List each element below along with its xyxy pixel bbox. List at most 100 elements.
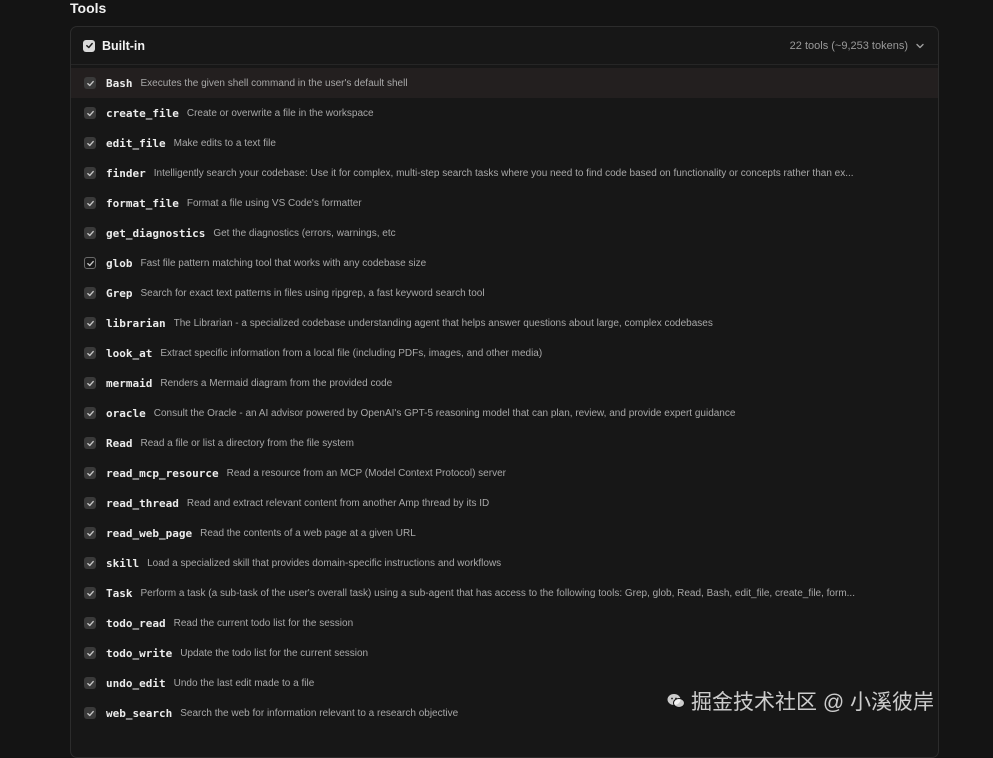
tool-checkbox[interactable] (84, 227, 96, 239)
checkmark-icon (86, 290, 94, 296)
tool-description: Load a specialized skill that provides d… (147, 557, 502, 569)
tool-name: Grep (106, 286, 133, 300)
tool-description: Read the contents of a web page at a giv… (200, 527, 416, 539)
tool-description: Make edits to a text file (173, 137, 276, 149)
tool-description: Perform a task (a sub-task of the user's… (140, 587, 856, 599)
tool-row-todo-write[interactable]: todo_write Update the todo list for the c… (71, 638, 938, 668)
checkmark-icon (86, 500, 94, 506)
tool-row-finder[interactable]: finder Intelligently search your codebase… (71, 158, 938, 188)
tool-checkbox[interactable] (84, 557, 96, 569)
tool-checkbox[interactable] (84, 167, 96, 179)
tool-checkbox[interactable] (84, 287, 96, 299)
tool-checkbox[interactable] (84, 197, 96, 209)
tool-row-read[interactable]: Read Read a file or list a directory from… (71, 428, 938, 458)
tool-description: Get the diagnostics (errors, warnings, e… (213, 227, 396, 239)
checkmark-icon (86, 350, 94, 356)
tool-name: edit_file (106, 136, 166, 150)
tool-checkbox[interactable] (84, 107, 96, 119)
tool-name: look_at (106, 346, 153, 360)
tool-checkbox[interactable] (84, 707, 96, 719)
tool-name: read_web_page (106, 526, 193, 540)
tool-name: librarian (106, 316, 166, 330)
tool-row-librarian[interactable]: librarian The Librarian - a specialized c… (71, 308, 938, 338)
tool-checkbox[interactable] (84, 137, 96, 149)
tool-row-look-at[interactable]: look_at Extract specific information from… (71, 338, 938, 368)
tool-checkbox[interactable] (84, 497, 96, 509)
tool-name: read_mcp_resource (106, 466, 219, 480)
tool-name: Task (106, 586, 133, 600)
tool-name: todo_write (106, 646, 173, 660)
checkmark-icon (86, 170, 94, 176)
tool-description: Format a file using VS Code's formatter (186, 197, 362, 209)
tool-checkbox[interactable] (84, 617, 96, 629)
tool-row-task[interactable]: Task Perform a task (a sub-task of the us… (71, 578, 938, 608)
tool-description: Read the current todo list for the sessi… (173, 617, 354, 629)
tool-checkbox[interactable] (84, 257, 96, 269)
checkmark-icon (86, 470, 94, 476)
checkmark-icon (86, 530, 94, 536)
tool-row-get-diagnostics[interactable]: get_diagnostics Get the diagnostics (erro… (71, 218, 938, 248)
tool-description: Extract specific information from a loca… (160, 347, 543, 359)
tool-checkbox[interactable] (84, 77, 96, 89)
tool-checkbox[interactable] (84, 587, 96, 599)
tool-checkbox[interactable] (84, 347, 96, 359)
checkmark-icon (86, 440, 94, 446)
wechat-icon (667, 694, 685, 708)
tool-description: Search for exact text patterns in files … (140, 287, 485, 299)
tool-description: Intelligently search your codebase: Use … (153, 167, 854, 179)
tool-row-create-file[interactable]: create_file Create or overwrite a file in… (71, 98, 938, 128)
tool-checkbox[interactable] (84, 467, 96, 479)
tool-row-edit-file[interactable]: edit_file Make edits to a text file (71, 128, 938, 158)
tool-row-skill[interactable]: skill Load a specialized skill that provi… (71, 548, 938, 578)
panel-header[interactable]: Built-in 22 tools (~9,253 tokens) (71, 27, 938, 65)
builtin-checkbox[interactable] (83, 39, 95, 52)
tool-row-bash[interactable]: Bash Executes the given shell command in … (71, 68, 938, 98)
tool-row-read-web-page[interactable]: read_web_page Read the contents of a web … (71, 518, 938, 548)
checkmark-icon (86, 560, 94, 566)
checkmark-icon (86, 650, 94, 656)
tool-description: Read a file or list a directory from the… (140, 437, 354, 449)
tool-row-grep[interactable]: Grep Search for exact text patterns in fi… (71, 278, 938, 308)
tool-row-mermaid[interactable]: mermaid Renders a Mermaid diagram from th… (71, 368, 938, 398)
tool-name: undo_edit (106, 676, 166, 690)
tool-row-read-mcp-resource[interactable]: read_mcp_resource Read a resource from an… (71, 458, 938, 488)
chevron-down-icon[interactable] (914, 40, 926, 52)
tool-description: Update the todo list for the current ses… (180, 647, 369, 659)
tool-name: web_search (106, 706, 173, 720)
watermark: 掘金技术社区 @ 小溪彼岸 (667, 686, 934, 716)
tool-checkbox[interactable] (84, 677, 96, 689)
tool-row-oracle[interactable]: oracle Consult the Oracle - an AI advisor… (71, 398, 938, 428)
tool-description: Create or overwrite a file in the worksp… (186, 107, 374, 119)
panel-title: Built-in (102, 38, 146, 53)
section-title: Tools (70, 0, 107, 16)
tool-checkbox[interactable] (84, 527, 96, 539)
tool-name: format_file (106, 196, 179, 210)
watermark-text: 掘金技术社区 @ 小溪彼岸 (691, 691, 934, 714)
tool-name: glob (106, 256, 133, 270)
checkmark-icon (86, 260, 94, 266)
tools-panel: Built-in 22 tools (~9,253 tokens) Bash Ex… (70, 26, 939, 758)
tool-checkbox[interactable] (84, 317, 96, 329)
tool-row-read-thread[interactable]: read_thread Read and extract relevant con… (71, 488, 938, 518)
tool-name: todo_read (106, 616, 166, 630)
tool-count-summary: 22 tools (~9,253 tokens) (789, 39, 908, 52)
tool-name: Bash (106, 76, 133, 90)
checkmark-icon (86, 590, 94, 596)
tool-name: finder (106, 166, 146, 180)
checkmark-icon (86, 680, 94, 686)
tool-name: Read (106, 436, 133, 450)
tool-checkbox[interactable] (84, 647, 96, 659)
tool-checkbox[interactable] (84, 437, 96, 449)
tool-name: skill (106, 556, 140, 570)
tool-checkbox[interactable] (84, 407, 96, 419)
checkmark-icon (86, 380, 94, 386)
checkmark-icon (86, 620, 94, 626)
tool-name: read_thread (106, 496, 179, 510)
checkmark-icon (86, 230, 94, 236)
tool-description: Fast file pattern matching tool that wor… (140, 257, 427, 269)
tool-row-format-file[interactable]: format_file Format a file using VS Code's… (71, 188, 938, 218)
tool-checkbox[interactable] (84, 377, 96, 389)
tool-name: create_file (106, 106, 179, 120)
tool-row-todo-read[interactable]: todo_read Read the current todo list for … (71, 608, 938, 638)
tool-row-glob[interactable]: glob Fast file pattern matching tool that… (71, 248, 938, 278)
